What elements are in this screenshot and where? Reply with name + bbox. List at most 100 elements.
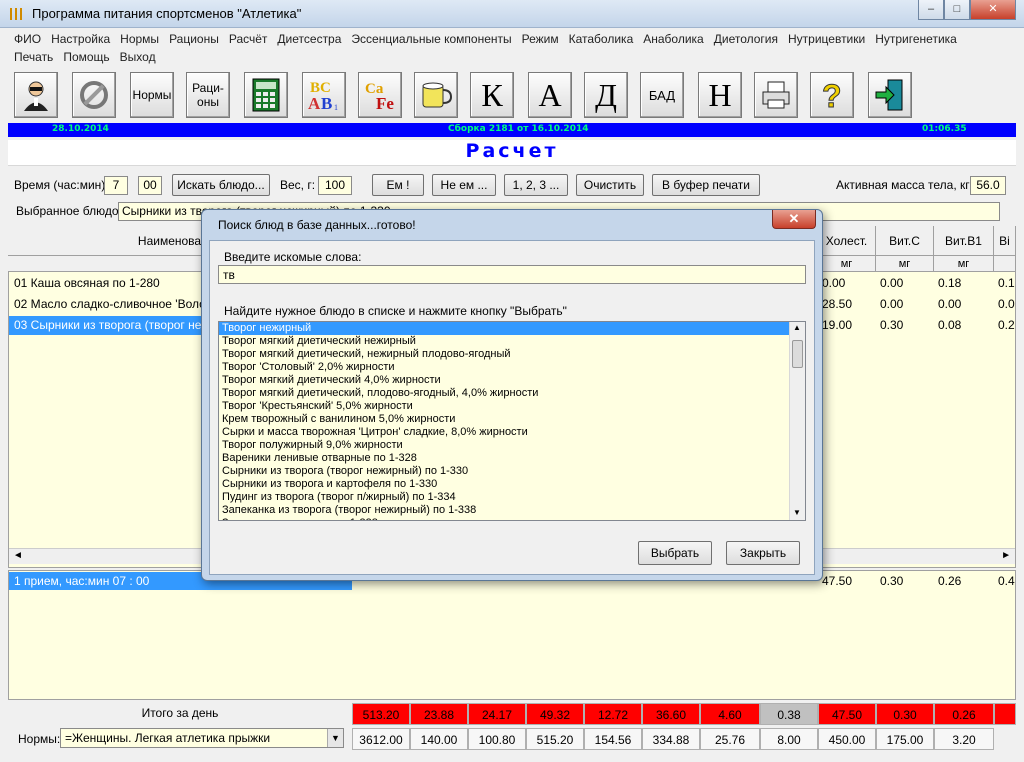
print-button[interactable] [754, 72, 798, 118]
menu-item[interactable]: Выход [120, 50, 156, 64]
print-buffer-button[interactable]: В буфер печати [652, 174, 760, 196]
maximize-button[interactable]: □ [944, 0, 970, 20]
menu-item[interactable]: Нормы [120, 32, 159, 46]
menu-item[interactable]: Эссенциальные компоненты [351, 32, 511, 46]
search-input[interactable]: тв [218, 265, 806, 284]
close-window-button[interactable]: ✕ [970, 0, 1016, 20]
menu-item[interactable]: Настройка [51, 32, 110, 46]
list-item[interactable]: Сырки и масса творожная 'Цитрон' сладкие… [219, 426, 805, 439]
window-title: Программа питания спортсменов "Атлетика" [32, 6, 302, 21]
exit-button[interactable] [868, 72, 912, 118]
vit-next-header[interactable]: Ві [994, 226, 1016, 256]
d-button[interactable]: Д [584, 72, 628, 118]
drinks-button[interactable] [414, 72, 458, 118]
cell: 0.00 [880, 276, 904, 290]
cell: 0.26 [938, 574, 962, 588]
list-item[interactable]: Творог нежирный [219, 322, 805, 335]
list-item[interactable]: Творог мягкий диетический нежирный [219, 335, 805, 348]
minimize-button[interactable]: – [918, 0, 944, 20]
settings-button[interactable] [72, 72, 116, 118]
rations-button[interactable]: Раци- оны [186, 72, 230, 118]
list-item[interactable]: Творог мягкий диетический 4,0% жирности [219, 374, 805, 387]
menu-item[interactable]: Расчёт [229, 32, 268, 46]
scroll-thumb[interactable] [792, 340, 803, 368]
eat-button[interactable]: Ем ! [372, 174, 424, 196]
scroll-left-icon[interactable]: ◄ [13, 550, 23, 561]
cell: 0.00 [880, 297, 904, 311]
scroll-up-icon[interactable]: ▲ [793, 323, 801, 332]
list-item[interactable]: Творог 'Крестьянский' 5,0% жирности [219, 400, 805, 413]
total-cell: 24.17 [468, 703, 526, 725]
menu-item[interactable]: Помощь [63, 50, 109, 64]
list-item[interactable]: Творог полужирный 9,0% жирности [219, 439, 805, 452]
k-button[interactable]: К [470, 72, 514, 118]
list-item[interactable]: Вареники ленивые отварные по 1-328 [219, 452, 805, 465]
list-item[interactable]: Сырники из творога (творог нежирный) по … [219, 465, 805, 478]
list-item[interactable]: Творог 'Столовый' 2,0% жирности [219, 361, 805, 374]
list-item[interactable]: Творог мягкий диетический, нежирный плод… [219, 348, 805, 361]
totals-label: Итого за день [141, 706, 219, 720]
menu-bar: ФИО Настройка Нормы Рационы Расчёт Диетсестра… [0, 29, 1024, 67]
hour-field[interactable]: 7 [104, 176, 128, 195]
scroll-down-icon[interactable]: ▼ [793, 508, 801, 517]
menu-item[interactable]: ФИО [14, 32, 41, 46]
vitb1-unit: мг [934, 256, 994, 272]
menu-item[interactable]: Диетсестра [277, 32, 341, 46]
norms-select[interactable]: =Женщины. Легкая атлетика прыжки ▼ [60, 728, 344, 748]
calculator-button[interactable] [244, 72, 288, 118]
not-eat-button[interactable]: Не ем ... [432, 174, 496, 196]
minerals-button[interactable]: Ca Fe [358, 72, 402, 118]
list-item[interactable]: Пудинг из творога (творог п/жирный) по 1… [219, 491, 805, 504]
menu-item[interactable]: Рационы [169, 32, 219, 46]
list-item[interactable]: Творог мягкий диетический, плодово-ягодн… [219, 387, 805, 400]
list-item[interactable]: Сырники из творога и картофеля по 1-330 [219, 478, 805, 491]
search-dish-button[interactable]: Искать блюдо... [172, 174, 270, 196]
row-name: 02 Масло сладко-сливочное 'Вологод [14, 297, 224, 311]
minute-field[interactable]: 00 [138, 176, 162, 195]
vitamins-button[interactable]: BC A B 1 [302, 72, 346, 118]
list-item[interactable]: Запеканка из творога (творог нежирный) п… [219, 504, 805, 517]
cell: 0.2 [998, 318, 1015, 332]
weight-field[interactable]: 100 [318, 176, 352, 195]
dish-listbox[interactable]: Творог нежирный Творог мягкий диетический… [218, 321, 806, 521]
help-button[interactable]: ? [810, 72, 854, 118]
menu-item[interactable]: Режим [522, 32, 559, 46]
select-button[interactable]: Выбрать [638, 541, 712, 565]
list-item[interactable]: Запеканка из творога по 1-338 [219, 517, 805, 520]
time-label: Время (час:мин) [14, 178, 106, 192]
person-icon [24, 81, 48, 111]
list-item[interactable]: Крем творожный с ванилином 5,0% жирности [219, 413, 805, 426]
n-button[interactable]: Н [698, 72, 742, 118]
scroll-right-icon[interactable]: ► [1001, 550, 1011, 561]
dialog-close-icon[interactable]: ✕ [772, 210, 816, 229]
vitc-header[interactable]: Вит.С [876, 226, 934, 256]
tools-icon [80, 81, 108, 109]
norm-cell: 140.00 [410, 728, 468, 750]
menu-item[interactable]: Печать [14, 50, 53, 64]
norms-button[interactable]: Нормы [130, 72, 174, 118]
clear-button[interactable]: Очистить [576, 174, 644, 196]
active-mass-field[interactable]: 56.0 [970, 176, 1006, 195]
menu-item[interactable]: Катаболика [569, 32, 634, 46]
a-button[interactable]: А [528, 72, 572, 118]
chevron-down-icon[interactable]: ▼ [327, 729, 343, 747]
cell: 0.08 [938, 318, 962, 332]
weight-label: Вес, г: [280, 178, 316, 192]
cholesterol-header[interactable]: Холест. [818, 226, 876, 256]
person-button[interactable] [14, 72, 58, 118]
norm-cell: 334.88 [642, 728, 700, 750]
app-icon [8, 6, 24, 22]
menu-item[interactable]: Диетология [714, 32, 778, 46]
svg-text:Fe: Fe [376, 94, 394, 113]
bad-button[interactable]: БАД [640, 72, 684, 118]
sequence-button[interactable]: 1, 2, 3 ... [504, 174, 568, 196]
total-cell: 23.88 [410, 703, 468, 725]
close-dialog-button[interactable]: Закрыть [726, 541, 800, 565]
vitb1-header[interactable]: Вит.В1 [934, 226, 994, 256]
menu-item[interactable]: Анаболика [643, 32, 703, 46]
menu-item[interactable]: Нутригенетика [875, 32, 957, 46]
row-name: 03 Сырники из творога (творог нежир [14, 318, 223, 332]
status-build: Сборка 2181 от 16.10.2014 [448, 124, 589, 134]
list-scrollbar[interactable]: ▲ ▼ [789, 322, 805, 520]
menu-item[interactable]: Нутрицевтики [788, 32, 865, 46]
